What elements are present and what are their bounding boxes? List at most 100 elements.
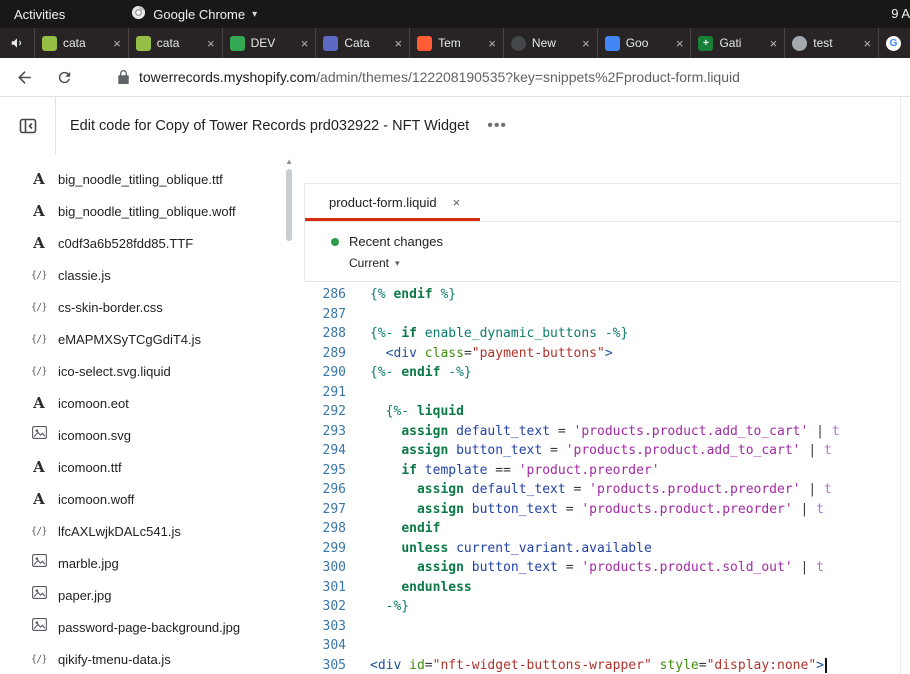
globe-icon	[792, 36, 807, 51]
sidebar-item-icomoon.woff[interactable]: Aicomoon.woff	[0, 483, 304, 515]
code-line-296[interactable]: 296 assign default_text = 'products.prod…	[304, 480, 900, 500]
chrome-icon	[131, 5, 146, 23]
tab-title: cata	[63, 36, 107, 50]
line-number: 305	[304, 656, 360, 674]
code-line-295[interactable]: 295 if template == 'product.preorder'	[304, 461, 900, 481]
version-dropdown[interactable]: Current ▾	[349, 256, 900, 270]
browser-tab-cata[interactable]: cata ×	[34, 28, 128, 58]
browser-tab-strip: cata×cata×DEV×Cata×Tem×New×Goo×+Gati×tes…	[0, 28, 910, 58]
collapse-sidebar-button[interactable]	[0, 97, 56, 155]
code-line-286[interactable]: 286{% endif %}	[304, 285, 900, 305]
editor-tab-product-form[interactable]: product-form.liquid ×	[305, 184, 480, 221]
back-button[interactable]	[12, 65, 36, 89]
shopify-code-editor-page: Edit code for Copy of Tower Records prd0…	[0, 97, 910, 674]
system-top-bar: Activities Google Chrome ▾ 9 A	[0, 0, 910, 28]
browser-tab-New[interactable]: New×	[503, 28, 597, 58]
scrollbar-up-arrow-icon[interactable]: ▲	[285, 157, 293, 166]
code-line-298[interactable]: 298 endif	[304, 519, 900, 539]
sidebar-item-big_noodle_titling_oblique.ttf[interactable]: Abig_noodle_titling_oblique.ttf	[0, 163, 304, 195]
browser-tab-partial[interactable]: G	[878, 28, 910, 58]
code-line-294[interactable]: 294 assign button_text = 'products.produ…	[304, 441, 900, 461]
browser-tab-DEV[interactable]: DEV×	[222, 28, 316, 58]
catalog-icon	[323, 36, 338, 51]
code-line-304[interactable]: 304	[304, 636, 900, 656]
browser-tab-Cata[interactable]: Cata ×	[315, 28, 409, 58]
dark-site-icon	[511, 36, 526, 51]
tab-close-icon[interactable]: ×	[488, 36, 496, 51]
sidebar-item-marble.jpg[interactable]: marble.jpg	[0, 547, 304, 579]
image-icon	[30, 426, 48, 444]
tab-close-icon[interactable]: ×	[676, 36, 684, 51]
code-line-300[interactable]: 300 assign button_text = 'products.produ…	[304, 558, 900, 578]
shopify-store-icon	[42, 36, 57, 51]
browser-tab-cata[interactable]: cata ×	[128, 28, 222, 58]
tab-title: cata	[157, 36, 201, 50]
sidebar-item-password-page-background.jpg[interactable]: password-page-background.jpg	[0, 611, 304, 643]
url-domain: towerrecords.myshopify.com	[139, 69, 316, 85]
sidebar-item-big_noodle_titling_oblique.woff[interactable]: Abig_noodle_titling_oblique.woff	[0, 195, 304, 227]
asset-name: marble.jpg	[58, 556, 119, 571]
code-line-301[interactable]: 301 endunless	[304, 578, 900, 598]
editor-main: product-form.liquid × Recent changes Cur…	[304, 155, 900, 674]
code-text: assign default_text = 'products.product.…	[360, 422, 840, 442]
asset-name: qikify-tmenu-data.js	[58, 652, 171, 667]
sidebar-item-paper.jpg[interactable]: paper.jpg	[0, 579, 304, 611]
sidebar-item-c0df3a6b528fdd85.TTF[interactable]: Ac0df3a6b528fdd85.TTF	[0, 227, 304, 259]
sidebar-item-icomoon.svg[interactable]: icomoon.svg	[0, 419, 304, 451]
tab-audio-speaker-icon[interactable]	[0, 28, 34, 58]
sidebar-item-lfcAXLwjkDALc541.js[interactable]: {/}lfcAXLwjkDALc541.js	[0, 515, 304, 547]
line-number: 292	[304, 402, 360, 422]
sidebar-item-ico-select.svg.liquid[interactable]: {/}ico-select.svg.liquid	[0, 355, 304, 387]
code-line-290[interactable]: 290{%- endif -%}	[304, 363, 900, 383]
tab-close-icon[interactable]: ×	[582, 36, 590, 51]
code-line-288[interactable]: 288{%- if enable_dynamic_buttons -%}	[304, 324, 900, 344]
shopify-store-icon	[136, 36, 151, 51]
sidebar-item-classie.js[interactable]: {/}classie.js	[0, 259, 304, 291]
asset-name: big_noodle_titling_oblique.woff	[58, 204, 236, 219]
code-area[interactable]: 286{% endif %}287288{%- if enable_dynami…	[304, 282, 900, 674]
browser-tab-Gati[interactable]: +Gati×	[690, 28, 784, 58]
code-line-299[interactable]: 299 unless current_variant.available	[304, 539, 900, 559]
chevron-down-icon: ▾	[252, 9, 257, 20]
tab-close-icon[interactable]: ×	[770, 36, 778, 51]
sidebar-item-cs-skin-border.css[interactable]: {/}cs-skin-border.css	[0, 291, 304, 323]
line-number: 287	[304, 305, 360, 325]
asset-name: c0df3a6b528fdd85.TTF	[58, 236, 193, 251]
sidebar-item-qikify-tmenu-data.js[interactable]: {/}qikify-tmenu-data.js	[0, 643, 304, 674]
code-line-305[interactable]: 305<div id="nft-widget-buttons-wrapper" …	[304, 656, 900, 674]
tab-title: Cata	[344, 36, 388, 50]
code-line-303[interactable]: 303	[304, 617, 900, 637]
code-line-291[interactable]: 291	[304, 383, 900, 403]
browser-tab-Tem[interactable]: Tem ×	[409, 28, 503, 58]
reload-button[interactable]	[52, 65, 76, 89]
tab-close-icon[interactable]: ×	[863, 36, 871, 51]
code-line-289[interactable]: 289 <div class="payment-buttons">	[304, 344, 900, 364]
browser-tab-Goo[interactable]: Goo×	[597, 28, 691, 58]
line-number: 286	[304, 285, 360, 305]
tab-close-icon[interactable]: ×	[113, 36, 121, 51]
close-tab-icon[interactable]: ×	[453, 195, 461, 210]
code-line-292[interactable]: 292 {%- liquid	[304, 402, 900, 422]
tab-close-icon[interactable]: ×	[395, 36, 403, 51]
code-line-302[interactable]: 302 -%}	[304, 597, 900, 617]
address-bar[interactable]: towerrecords.myshopify.com/admin/themes/…	[139, 69, 740, 85]
chrome-app-menu[interactable]: Google Chrome ▾	[131, 5, 257, 23]
sidebar-item-eMAPMXSyTCgGdiT4.js[interactable]: {/}eMAPMXSyTCgGdiT4.js	[0, 323, 304, 355]
tab-title: Tem	[438, 36, 482, 50]
code-line-293[interactable]: 293 assign default_text = 'products.prod…	[304, 422, 900, 442]
browser-toolbar: towerrecords.myshopify.com/admin/themes/…	[0, 58, 910, 97]
code-text: endunless	[360, 578, 472, 598]
sidebar-item-icomoon.ttf[interactable]: Aicomoon.ttf	[0, 451, 304, 483]
more-actions-button[interactable]: •••	[487, 117, 507, 135]
activities-button[interactable]: Activities	[14, 7, 65, 22]
sidebar-scrollbar-thumb[interactable]	[286, 169, 292, 241]
browser-tab-test[interactable]: test×	[784, 28, 878, 58]
sidebar-item-icomoon.eot[interactable]: Aicomoon.eot	[0, 387, 304, 419]
tab-close-icon[interactable]: ×	[301, 36, 309, 51]
screen: Activities Google Chrome ▾ 9 A cata×cata…	[0, 0, 910, 674]
lock-icon[interactable]	[118, 70, 129, 84]
tab-close-icon[interactable]: ×	[207, 36, 215, 51]
code-line-287[interactable]: 287	[304, 305, 900, 325]
code-line-297[interactable]: 297 assign button_text = 'products.produ…	[304, 500, 900, 520]
asset-name: eMAPMXSyTCgGdiT4.js	[58, 332, 201, 347]
